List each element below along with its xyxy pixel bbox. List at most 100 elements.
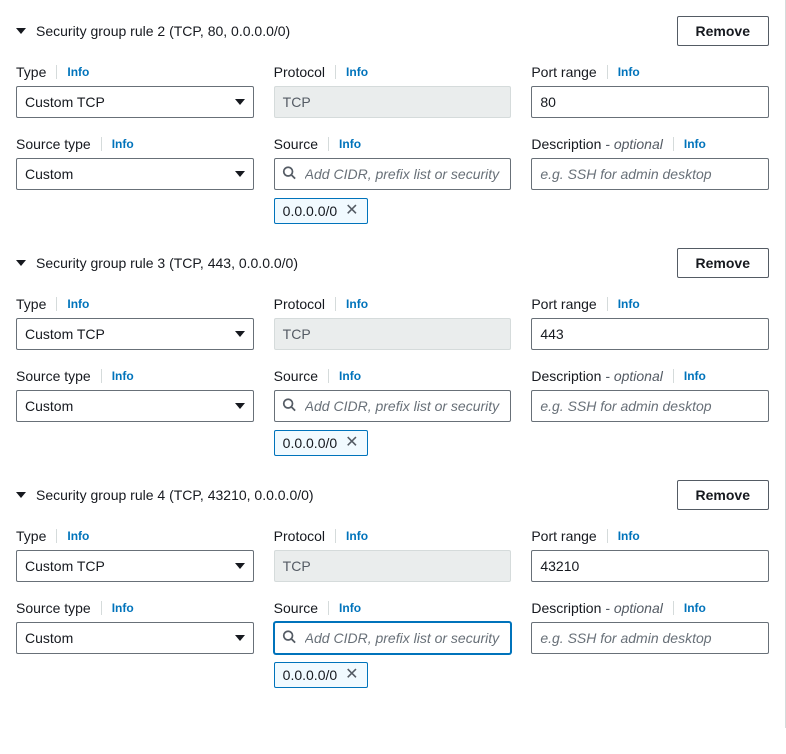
- rule-header-left: Security group rule 4 (TCP, 43210, 0.0.0…: [16, 487, 314, 503]
- field-label-row: Source type Info: [16, 368, 254, 384]
- divider: [328, 137, 329, 151]
- remove-button[interactable]: Remove: [677, 480, 769, 510]
- field-description: Description - optional Info: [531, 368, 769, 456]
- info-link[interactable]: Info: [112, 369, 134, 383]
- info-link[interactable]: Info: [618, 297, 640, 311]
- divider: [56, 297, 57, 311]
- remove-button[interactable]: Remove: [677, 16, 769, 46]
- info-link[interactable]: Info: [684, 137, 706, 151]
- type-select[interactable]: Custom TCP: [16, 318, 254, 350]
- source-type-select[interactable]: Custom: [16, 622, 254, 654]
- divider: [335, 529, 336, 543]
- description-input[interactable]: [531, 390, 769, 422]
- source-label: Source: [274, 600, 318, 616]
- source-token-row: 0.0.0.0/0 ✕: [274, 430, 512, 456]
- rule-title: Security group rule 4 (TCP, 43210, 0.0.0…: [36, 487, 314, 503]
- caret-down-icon[interactable]: [16, 260, 26, 266]
- source-type-select[interactable]: Custom: [16, 158, 254, 190]
- protocol-label: Protocol: [274, 64, 325, 80]
- source-search-input[interactable]: [274, 158, 512, 190]
- info-link[interactable]: Info: [346, 297, 368, 311]
- remove-button[interactable]: Remove: [677, 248, 769, 278]
- info-link[interactable]: Info: [684, 369, 706, 383]
- field-label-row: Protocol Info: [274, 296, 512, 312]
- protocol-readonly: TCP: [274, 318, 512, 350]
- field-protocol: Protocol Info TCP: [274, 296, 512, 350]
- source-token-text: 0.0.0.0/0: [283, 203, 338, 219]
- close-icon[interactable]: ✕: [345, 667, 358, 683]
- field-source-type: Source type Info Custom: [16, 600, 254, 688]
- divider: [335, 297, 336, 311]
- source-token: 0.0.0.0/0 ✕: [274, 198, 368, 224]
- field-source-type: Source type Info Custom: [16, 368, 254, 456]
- field-row-1: Type Info Custom TCP Protocol Info TCP: [16, 528, 769, 582]
- info-link[interactable]: Info: [618, 65, 640, 79]
- field-label-row: Source type Info: [16, 136, 254, 152]
- divider: [673, 601, 674, 615]
- source-type-select-value: Custom: [16, 622, 254, 654]
- field-port-range: Port range Info: [531, 64, 769, 118]
- divider: [101, 137, 102, 151]
- field-source-type: Source type Info Custom: [16, 136, 254, 224]
- source-label: Source: [274, 136, 318, 152]
- field-label-row: Description - optional Info: [531, 600, 769, 616]
- close-icon[interactable]: ✕: [345, 203, 358, 219]
- source-type-label: Source type: [16, 368, 91, 384]
- field-protocol: Protocol Info TCP: [274, 528, 512, 582]
- divider: [335, 65, 336, 79]
- info-link[interactable]: Info: [112, 601, 134, 615]
- field-type: Type Info Custom TCP: [16, 528, 254, 582]
- port-range-input[interactable]: [531, 86, 769, 118]
- field-protocol: Protocol Info TCP: [274, 64, 512, 118]
- info-link[interactable]: Info: [618, 529, 640, 543]
- field-label-row: Source type Info: [16, 600, 254, 616]
- field-label-row: Type Info: [16, 528, 254, 544]
- divider: [673, 137, 674, 151]
- field-label-row: Protocol Info: [274, 64, 512, 80]
- divider: [607, 529, 608, 543]
- info-link[interactable]: Info: [339, 601, 361, 615]
- info-link[interactable]: Info: [339, 369, 361, 383]
- info-link[interactable]: Info: [67, 65, 89, 79]
- description-label: Description - optional: [531, 600, 663, 616]
- security-group-rules-container: Security group rule 2 (TCP, 80, 0.0.0.0/…: [0, 0, 786, 728]
- source-token-row: 0.0.0.0/0 ✕: [274, 198, 512, 224]
- info-link[interactable]: Info: [684, 601, 706, 615]
- type-select[interactable]: Custom TCP: [16, 550, 254, 582]
- info-link[interactable]: Info: [67, 297, 89, 311]
- info-link[interactable]: Info: [67, 529, 89, 543]
- type-label: Type: [16, 296, 46, 312]
- source-token-text: 0.0.0.0/0: [283, 435, 338, 451]
- port-range-input[interactable]: [531, 318, 769, 350]
- field-label-row: Source Info: [274, 600, 512, 616]
- field-description: Description - optional Info: [531, 136, 769, 224]
- info-link[interactable]: Info: [339, 137, 361, 151]
- port-range-input[interactable]: [531, 550, 769, 582]
- source-search-input[interactable]: [274, 622, 512, 654]
- source-token: 0.0.0.0/0 ✕: [274, 662, 368, 688]
- type-label: Type: [16, 528, 46, 544]
- field-description: Description - optional Info: [531, 600, 769, 688]
- info-link[interactable]: Info: [346, 65, 368, 79]
- field-row-1: Type Info Custom TCP Protocol Info TCP: [16, 64, 769, 118]
- type-select[interactable]: Custom TCP: [16, 86, 254, 118]
- field-source: Source Info 0.0.0.0/0 ✕: [274, 368, 512, 456]
- field-label-row: Description - optional Info: [531, 136, 769, 152]
- close-icon[interactable]: ✕: [345, 435, 358, 451]
- description-input[interactable]: [531, 622, 769, 654]
- info-link[interactable]: Info: [346, 529, 368, 543]
- field-label-row: Port range Info: [531, 296, 769, 312]
- source-search-input[interactable]: [274, 390, 512, 422]
- source-label: Source: [274, 368, 318, 384]
- rule-title: Security group rule 3 (TCP, 443, 0.0.0.0…: [36, 255, 298, 271]
- rule-header: Security group rule 3 (TCP, 443, 0.0.0.0…: [16, 248, 769, 278]
- info-link[interactable]: Info: [112, 137, 134, 151]
- caret-down-icon[interactable]: [16, 28, 26, 34]
- source-type-select[interactable]: Custom: [16, 390, 254, 422]
- rule-header-left: Security group rule 3 (TCP, 443, 0.0.0.0…: [16, 255, 298, 271]
- security-group-rule: Security group rule 4 (TCP, 43210, 0.0.0…: [16, 480, 769, 688]
- description-input[interactable]: [531, 158, 769, 190]
- caret-down-icon[interactable]: [16, 492, 26, 498]
- field-type: Type Info Custom TCP: [16, 64, 254, 118]
- field-label-row: Port range Info: [531, 64, 769, 80]
